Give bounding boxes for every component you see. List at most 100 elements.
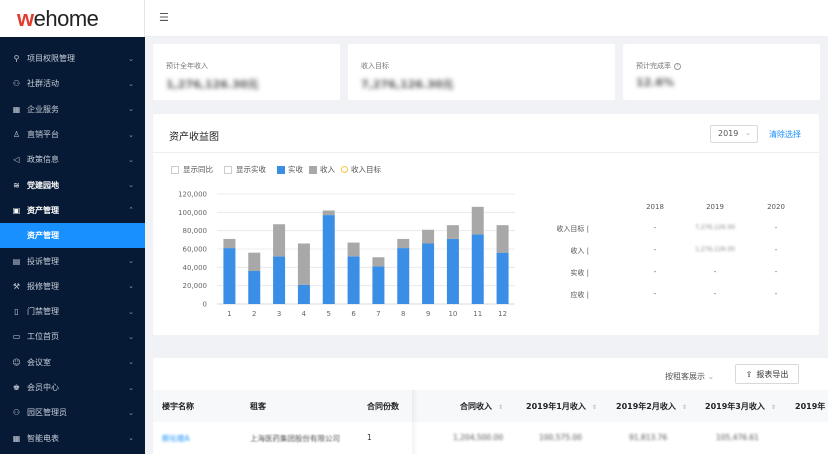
sidebar-item[interactable]: ▦ 智能电表 ⌄ xyxy=(0,425,145,450)
bar-income[interactable] xyxy=(422,229,435,244)
sidebar-item[interactable]: ▭ 工位首页 ⌄ xyxy=(0,324,145,349)
sidebar-item[interactable]: ▯ 门禁管理 ⌄ xyxy=(0,299,145,324)
sort-icon[interactable]: ⇕ xyxy=(592,404,597,411)
sidebar-item[interactable]: ≋ 党建园地 ⌄ xyxy=(0,172,145,197)
divider xyxy=(153,152,819,153)
sidebar-item-label: 资产管理 xyxy=(27,231,59,241)
bar-actual[interactable] xyxy=(223,248,236,304)
sidebar-item-label: 投诉管理 xyxy=(27,256,59,266)
sidebar-item-label: 门禁管理 xyxy=(27,307,59,317)
bar-income[interactable] xyxy=(297,243,310,285)
col-contract-income[interactable]: 合同收入 ⇕ xyxy=(460,401,503,412)
bar-actual[interactable] xyxy=(297,284,310,304)
sidebar-item[interactable]: ⚇ 园区管理员 ⌄ xyxy=(0,400,145,425)
col-contract-count[interactable]: 合同份数 xyxy=(367,401,399,412)
col-next-income[interactable]: 2019年 xyxy=(795,401,825,412)
export-report-button[interactable]: ⇪ 报表导出 xyxy=(735,364,799,384)
bar-income[interactable] xyxy=(471,206,484,235)
table-header: 楼宇名称 租客 合同份数 合同收入 ⇕ 2019年1月收入 ⇕ 2019年2月收入 ⇕… xyxy=(153,390,828,422)
legend-actual[interactable]: 实收 xyxy=(277,164,303,175)
bar-income[interactable] xyxy=(273,224,286,257)
col-tenant[interactable]: 租客 xyxy=(250,401,266,412)
bar-actual[interactable] xyxy=(273,256,286,304)
year-cell: - xyxy=(713,268,717,276)
chevron-icon: ⌄ xyxy=(128,257,134,266)
bar-actual[interactable] xyxy=(347,256,360,304)
sidebar-item[interactable]: ▦ 企业服务 ⌄ xyxy=(0,97,145,122)
checkbox-box[interactable] xyxy=(224,165,232,174)
show-actual-checkbox[interactable]: 显示实收 xyxy=(224,164,266,175)
help-icon[interactable]: ? xyxy=(674,62,681,70)
bar-actual[interactable] xyxy=(496,252,509,304)
bar-income[interactable] xyxy=(372,257,385,267)
chevron-icon: ⌃ xyxy=(128,206,134,215)
sidebar-item[interactable]: ⚇ 社群活动 ⌄ xyxy=(0,71,145,96)
bar-actual[interactable] xyxy=(446,238,459,304)
stat-card-income-target: 收入目标 7,276,126.30元 xyxy=(348,44,615,100)
col-jan-income[interactable]: 2019年1月收入 ⇕ xyxy=(526,401,597,412)
sidebar-item[interactable]: ⚒ 报修管理 ⌄ xyxy=(0,274,145,299)
sort-icon[interactable]: ⇕ xyxy=(498,404,503,411)
y-tick-label: 80,000 xyxy=(183,227,208,235)
checkbox-box[interactable] xyxy=(171,165,179,174)
year-header: 2019 xyxy=(706,203,724,211)
chevron-icon: ⌄ xyxy=(128,105,134,114)
bar-actual[interactable] xyxy=(248,271,261,304)
sidebar-item[interactable]: ⚲ 项目权限管理 ⌄ xyxy=(0,46,145,71)
bar-actual[interactable] xyxy=(422,243,435,305)
legend-target[interactable]: 收入目标 xyxy=(341,164,381,175)
people-icon: ⚇ xyxy=(12,79,21,89)
sidebar-item-label: 企业服务 xyxy=(27,104,59,114)
sidebar-item[interactable]: ♚ 会员中心 ⌄ xyxy=(0,375,145,400)
sidebar-item-label: 工位首页 xyxy=(27,332,59,342)
legend-income[interactable]: 收入 xyxy=(309,164,335,175)
chevron-icon: ⌄ xyxy=(128,358,134,367)
view-mode-select[interactable]: 按租客展示 ⌄ xyxy=(665,371,714,382)
export-icon: ⇪ xyxy=(745,369,753,379)
cell-jan-income: 100,575.00 xyxy=(539,433,582,442)
clear-selection-link[interactable]: 清除选择 xyxy=(769,129,801,140)
menu-toggle-icon[interactable]: ☰ xyxy=(159,11,171,24)
bar-actual[interactable] xyxy=(397,248,410,304)
sidebar-item[interactable]: ▣ 资产管理 ⌃ xyxy=(0,198,145,223)
sort-icon[interactable]: ⇕ xyxy=(771,404,776,411)
year-cell: - xyxy=(774,268,778,276)
chart-title: 资产收益图 xyxy=(169,132,219,143)
sidebar-item[interactable]: ☺ 会议室 ⌄ xyxy=(0,350,145,375)
desk-icon: ▭ xyxy=(12,332,21,342)
bar-actual[interactable] xyxy=(372,266,385,304)
sidebar-item-label: 报修管理 xyxy=(27,281,59,291)
x-tick-label: 6 xyxy=(351,310,356,318)
wifi-icon: ≋ xyxy=(13,180,20,190)
chevron-icon: ⌄ xyxy=(128,181,134,190)
bar-income[interactable] xyxy=(446,225,459,239)
sort-icon[interactable]: ⇕ xyxy=(682,404,687,411)
bar-income[interactable] xyxy=(397,238,410,249)
x-tick-label: 9 xyxy=(426,310,430,318)
year-cell: - xyxy=(774,290,778,298)
bar-income[interactable] xyxy=(496,225,509,253)
complaint-icon: ▤ xyxy=(12,256,21,266)
sidebar-item[interactable]: ◁ 政策信息 ⌄ xyxy=(0,147,145,172)
bar-income[interactable] xyxy=(223,238,236,249)
col-building[interactable]: 楼宇名称 xyxy=(162,401,194,412)
wehome-logo[interactable]: wehome xyxy=(17,6,99,32)
bar-actual[interactable] xyxy=(322,215,335,304)
sidebar-item[interactable]: ▤ 投诉管理 ⌄ xyxy=(0,248,145,273)
sidebar-item[interactable]: ♙ 直销平台 ⌄ xyxy=(0,122,145,147)
sidebar-subitem-asset-management[interactable]: 资产管理 xyxy=(0,223,145,249)
chevron-icon: ⌄ xyxy=(128,307,134,316)
year-cell: - xyxy=(653,224,657,232)
col-feb-income[interactable]: 2019年2月收入 ⇕ xyxy=(616,401,687,412)
member-icon: ♚ xyxy=(12,383,21,392)
bar-income[interactable] xyxy=(347,242,360,257)
show-yoy-checkbox[interactable]: 显示同比 xyxy=(171,164,213,175)
sidebar-item-label: 智能电表 xyxy=(27,433,59,443)
cell-building[interactable]: 孵化楼A xyxy=(162,433,190,444)
col-mar-income[interactable]: 2019年3月收入 ⇕ xyxy=(705,401,776,412)
bar-income[interactable] xyxy=(322,210,335,216)
year-select[interactable]: 2019 ⌄ xyxy=(710,125,758,143)
bar-actual[interactable] xyxy=(471,234,484,304)
y-tick-label: 0 xyxy=(203,301,207,309)
bar-income[interactable] xyxy=(248,252,261,271)
